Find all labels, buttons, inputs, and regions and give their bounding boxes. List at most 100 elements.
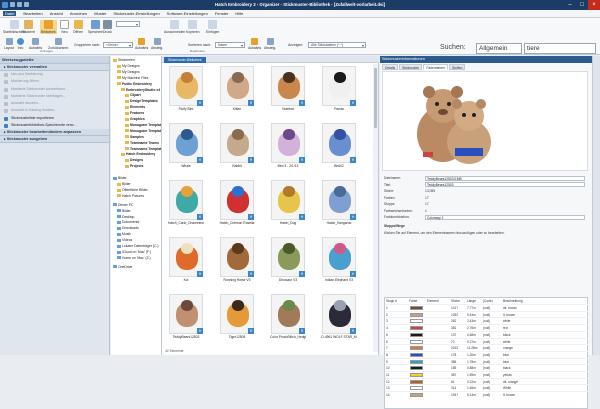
tab-details[interactable]: Details — [382, 64, 399, 70]
design-card[interactable]: H D-4961 WOLF STAR_M — [321, 293, 357, 345]
menu-item-software-einstellungen[interactable]: Software-Einstellungen — [167, 11, 208, 16]
tab-fadenfarben[interactable]: Fadenfarben — [423, 64, 449, 70]
maximize-icon[interactable]: □ — [576, 0, 588, 10]
tool-item[interactable]: Stickmusterliste exportieren — [0, 115, 109, 122]
grid-scrollbar[interactable] — [373, 64, 378, 352]
menu-item-datei[interactable]: Datei — [3, 11, 17, 16]
thread-row[interactable]: 8 178 1.20m (null) blue — [385, 350, 589, 358]
section-edit-designs[interactable]: Stickmuster bearbeiten/ändern anpassen — [0, 129, 109, 137]
design-card[interactable]: H Hatch_Crimson Rosella — [219, 179, 255, 231]
thread-row[interactable]: 3 262 2.43m (null) white — [385, 317, 589, 324]
thread-row[interactable]: 1 1417 7.77m (null) dk. brown — [385, 304, 589, 311]
property-value[interactable]: Colorway 1 — [425, 214, 585, 220]
design-card[interactable]: H Bird02 — [321, 122, 357, 174]
thread-row[interactable]: 10 185 0.88m (null) black — [385, 364, 589, 371]
bibliothek-button[interactable]: Bibliothek — [40, 20, 57, 34]
right-side-strip[interactable] — [592, 56, 600, 355]
section-manage-designs[interactable]: Stickmuster verwalten — [0, 64, 109, 71]
tree-node[interactable]: My Designs — [117, 70, 140, 74]
thread-row[interactable]: 13 314 1.46m (null) White — [385, 384, 589, 391]
thread-row[interactable]: 14 1947 5.14m (null) lt. brown — [385, 391, 589, 398]
tree-node[interactable]: Hatch Embroidery — [121, 152, 155, 156]
kopieren-button[interactable]: Kopieren — [186, 20, 200, 34]
design-card[interactable]: H Dinosaur V3 — [270, 236, 306, 288]
tree-node[interactable]: Graphics — [125, 117, 145, 121]
show-filter-select[interactable]: Alle Stickdateien (*.*) — [308, 42, 366, 48]
tree-node[interactable]: iCloud on 'Mac' (F:) — [117, 250, 151, 254]
tool-item[interactable]: Auswahl drucken... — [0, 100, 109, 107]
menu-item-ansicht[interactable]: Ansicht — [50, 11, 63, 16]
section-output-designs[interactable]: Stickmuster ausgeben — [0, 136, 109, 144]
property-value[interactable]: TeddyBears12503 — [425, 182, 585, 187]
design-card[interactable]: H Rabbit — [219, 122, 255, 174]
thread-row[interactable]: 6 70 0.27m (null) white — [385, 337, 589, 345]
aufwaerts-sort-button[interactable]: Aufwärts — [248, 38, 261, 50]
tree-node[interactable]: Bilder — [117, 182, 131, 186]
design-card[interactable]: H Hatch_Dog — [270, 179, 306, 231]
design-card[interactable]: H Tiger12505 — [219, 293, 255, 345]
layout-button[interactable]: Layout — [4, 38, 14, 50]
design-card[interactable]: H Panda — [321, 65, 357, 117]
tab-stickmuster[interactable]: Stickmuster — [399, 64, 423, 70]
tree-node[interactable]: Monogram Template D — [125, 123, 161, 127]
tree-node[interactable]: Lokaler Datenträger (C:) — [117, 244, 159, 248]
design-card[interactable]: H TeddyBears12503 — [168, 293, 204, 345]
design-card[interactable]: H Hatch_Kangaroo — [321, 179, 357, 231]
tree-node[interactable]: Projects — [125, 164, 143, 168]
sort-by-select[interactable]: Name — [215, 42, 245, 48]
tree-node[interactable]: OneDrive — [113, 265, 132, 269]
info-button[interactable]: Info — [17, 38, 24, 50]
tree-node[interactable]: Home on 'Mac' (Z:) — [117, 256, 151, 260]
oeffnen-button[interactable]: Öffnen — [73, 20, 83, 34]
tool-item[interactable]: Markierte Stickmuster konvertieren... — [0, 86, 109, 93]
tree-node[interactable]: Public Embroidery — [117, 82, 152, 86]
tree-node[interactable]: Videos — [117, 238, 132, 242]
tree-node[interactable]: My Designs — [117, 64, 140, 68]
tree-node[interactable]: Clipart — [125, 93, 141, 97]
tree-node[interactable]: Stickereien — [113, 58, 135, 62]
tool-item[interactable]: Neu aus Markierung — [0, 71, 109, 78]
search-scope-select[interactable]: Allgemein — [476, 43, 522, 54]
tree-node[interactable]: Teamname Teams — [125, 141, 159, 145]
design-card[interactable]: H Indian Elephant V3 — [321, 236, 357, 288]
group-by-select[interactable]: <Keine> — [103, 42, 133, 48]
menu-item-stickmuster-einstellungen[interactable]: Stickmuster-Einstellungen — [113, 11, 159, 16]
einfuegen-button[interactable]: Einfügen — [206, 20, 219, 34]
menu-item-fenster[interactable]: Fenster — [215, 11, 229, 16]
tree-node[interactable]: Teamname Template D — [125, 147, 161, 151]
view-select[interactable] — [116, 21, 140, 27]
design-card[interactable]: H Kitten — [219, 65, 255, 117]
menu-item-muster[interactable]: Muster — [94, 11, 106, 16]
tree-node[interactable]: Downloads — [117, 226, 139, 230]
tree-node[interactable]: Hatch Pictures — [117, 194, 144, 198]
tree-node[interactable]: Öffentliche Bilder — [117, 188, 148, 192]
tool-item[interactable]: Auswahl in Katalog drucken... — [0, 107, 109, 114]
tree-node[interactable]: Elements — [125, 105, 145, 109]
thread-row[interactable]: 7 2152 11.28m (null) orange — [385, 344, 589, 351]
design-card[interactable]: H Numbat — [270, 65, 306, 117]
design-card[interactable]: H Hatch_Carlo_Chameleon — [168, 179, 204, 231]
tree-node[interactable]: Dieser PC — [113, 203, 133, 207]
thread-row[interactable]: 5 137 0.68m (null) black — [385, 330, 589, 338]
design-card[interactable]: H Whale — [168, 122, 204, 174]
absteigend-group-button[interactable]: Absteig. — [151, 38, 163, 50]
tree-node[interactable]: Bilder — [117, 209, 131, 213]
tab-stoffen[interactable]: Stoffen — [449, 64, 466, 70]
thread-row[interactable]: 9 385 1.78m (null) blue — [385, 357, 589, 365]
thread-row[interactable]: 12 61 0.22m (null) dk. orange — [385, 377, 589, 385]
thread-row[interactable]: 4 381 2.76m (null) red — [385, 324, 589, 331]
design-card[interactable]: H Running Horse V3 — [219, 236, 255, 288]
design-card[interactable]: H Fluffy Bird — [168, 65, 204, 117]
tree-node[interactable]: Monogram Template D — [125, 129, 161, 133]
druck-button[interactable]: Druck — [103, 20, 112, 34]
tool-item[interactable]: Markierung öffnen — [0, 78, 109, 85]
property-value[interactable]: TeddyBears12503.EMB — [425, 175, 585, 181]
design-card[interactable]: H Koi — [168, 236, 204, 288]
menu-item-hilfe[interactable]: Hilfe — [235, 11, 243, 16]
neu-button[interactable]: Neu — [60, 20, 69, 34]
absteigend-sort-button[interactable]: Absteig. — [264, 38, 276, 50]
minimize-icon[interactable]: – — [564, 0, 576, 10]
thread-row[interactable]: 11 387 1.89m (null) yellow — [385, 371, 589, 378]
tree-node[interactable]: Dokumente — [117, 220, 139, 224]
menu-item-bearbeiten[interactable]: Bearbeiten — [23, 11, 42, 16]
